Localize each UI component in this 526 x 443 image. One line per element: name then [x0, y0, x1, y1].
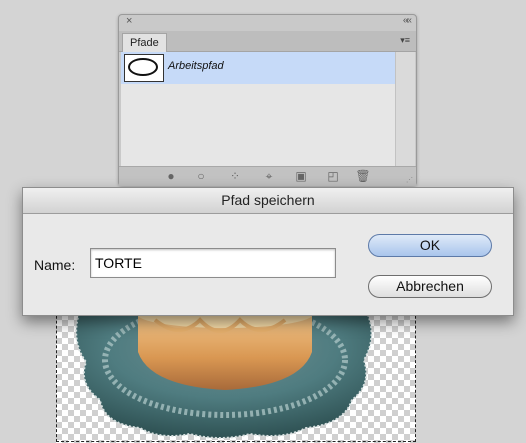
panel-tab-bar: Pfade ▾≡ — [119, 31, 416, 52]
load-as-selection-icon[interactable]: ⁘ — [227, 169, 243, 183]
paths-list: Arbeitspfad — [121, 52, 395, 166]
ok-button[interactable]: OK — [368, 234, 492, 257]
save-path-dialog: Pfad speichern Name: OK Abbrechen — [22, 187, 514, 316]
panel-footer: ● ○ ⁘ ⌖ ▣ ◰ 🗑 ⋰ — [119, 166, 416, 186]
dialog-title: Pfad speichern — [23, 188, 513, 214]
selection-marquee — [56, 296, 416, 442]
panel-title-bar[interactable]: × «« — [119, 15, 416, 31]
path-name: Arbeitspfad — [168, 60, 224, 72]
trash-icon[interactable]: 🗑 — [355, 169, 371, 183]
add-mask-icon[interactable]: ▣ — [293, 169, 309, 183]
panel-scrollbar[interactable] — [395, 52, 415, 166]
stroke-path-icon[interactable]: ○ — [193, 169, 209, 183]
panel-menu-icon[interactable]: ▾≡ — [400, 35, 410, 46]
ellipse-icon — [128, 58, 158, 76]
list-item[interactable]: Arbeitspfad — [121, 52, 395, 84]
collapse-icon[interactable]: «« — [403, 15, 412, 26]
resize-grip-icon[interactable]: ⋰ — [406, 176, 413, 184]
name-input[interactable] — [90, 248, 336, 278]
path-thumbnail — [124, 54, 164, 82]
fill-path-icon[interactable]: ● — [163, 169, 179, 183]
paths-panel: × «« Pfade ▾≡ Arbeitspfad ● ○ ⁘ ⌖ ▣ ◰ 🗑 … — [118, 14, 417, 191]
name-label: Name: — [34, 257, 76, 273]
new-path-icon[interactable]: ◰ — [325, 169, 341, 183]
make-work-path-icon[interactable]: ⌖ — [261, 169, 277, 183]
cancel-button[interactable]: Abbrechen — [368, 275, 492, 298]
tab-paths[interactable]: Pfade — [122, 33, 167, 52]
close-icon[interactable]: × — [126, 15, 132, 27]
